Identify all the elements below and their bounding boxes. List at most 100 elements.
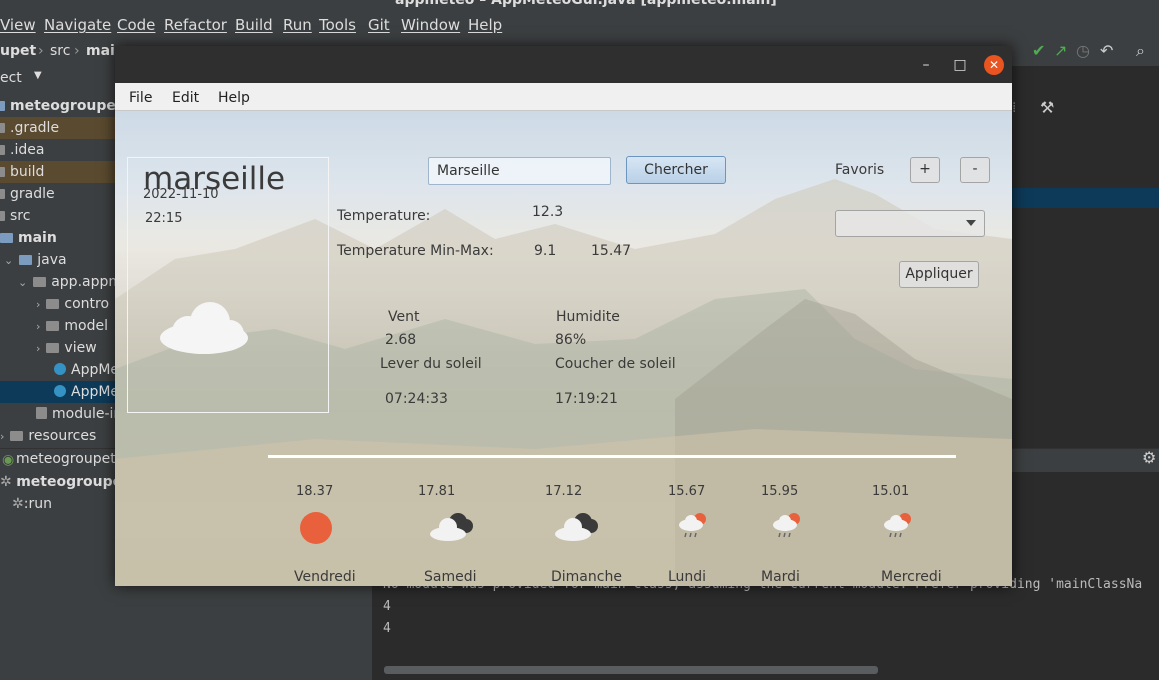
- rain-sun-icon: [884, 513, 911, 538]
- ide-menu-navigate[interactable]: Navigate: [44, 16, 111, 34]
- ide-title: appmeteo – AppMeteoGui.java [appmeteo.ma…: [395, 0, 777, 8]
- package-icon: [33, 277, 47, 287]
- console-scrollbar[interactable]: [384, 666, 878, 674]
- folder-icon: [0, 233, 13, 243]
- sunrise-label: Lever du soleil: [380, 356, 482, 372]
- ide-menu-view[interactable]: View: [0, 16, 36, 34]
- vcs-push-icon[interactable]: ↗: [1054, 41, 1067, 60]
- run-tree-item[interactable]: ✲ meteogroupet: [0, 474, 129, 490]
- forecast-temp: 15.01: [872, 484, 910, 499]
- temp-max-value: 15.47: [591, 243, 632, 259]
- package-icon: [46, 321, 60, 331]
- app-content: marseille 2022-11-10 22:15 Chercher Favo…: [115, 99, 1012, 586]
- minimize-icon[interactable]: –: [916, 55, 936, 75]
- wind-value: 2.68: [385, 332, 417, 348]
- rain-sun-icon: [679, 513, 706, 538]
- add-favorite-button[interactable]: +: [910, 157, 940, 183]
- rollback-icon[interactable]: ↶: [1100, 41, 1113, 60]
- ide-menu-code[interactable]: Code: [117, 16, 155, 34]
- maximize-icon[interactable]: □: [950, 55, 970, 75]
- folder-icon: [0, 211, 5, 221]
- temp-min-value: 9.1: [534, 243, 557, 259]
- forecast-temp: 17.12: [545, 484, 583, 499]
- humidity-value: 86%: [555, 332, 587, 348]
- ide-menu-run[interactable]: Run: [283, 16, 312, 34]
- sun-icon: [300, 512, 332, 544]
- ide-menu-help[interactable]: Help: [468, 16, 502, 34]
- breadcrumb-src[interactable]: src: [50, 43, 70, 59]
- forecast-day: Mardi: [761, 569, 800, 585]
- ide-menu-tools[interactable]: Tools: [319, 16, 356, 34]
- ide-menu-build[interactable]: Build: [235, 16, 273, 34]
- ide-menu-git[interactable]: Git: [368, 16, 390, 34]
- ide-menu-window[interactable]: Window: [401, 16, 460, 34]
- ide-menu-refactor[interactable]: Refactor: [164, 16, 227, 34]
- apply-button[interactable]: Appliquer: [899, 261, 979, 288]
- search-icon[interactable]: ⌕: [1136, 41, 1145, 61]
- app-menubar: File Edit Help: [115, 83, 1012, 111]
- run-config-icon: ◉: [2, 452, 15, 468]
- forecast-temp: 15.95: [761, 484, 799, 499]
- forecast-temp: 15.67: [668, 484, 706, 499]
- ide-title-bar: appmeteo – AppMeteoGui.java [appmeteo.ma…: [0, 0, 1159, 12]
- folder-icon: [10, 431, 24, 441]
- forecast-day: Dimanche: [551, 569, 622, 585]
- project-view-selector[interactable]: ect: [0, 70, 22, 86]
- chevron-right-icon[interactable]: ›: [36, 298, 40, 311]
- sunset-label: Coucher de soleil: [555, 356, 676, 372]
- console-line: 4: [383, 599, 391, 614]
- chevron-down-icon[interactable]: ▼: [34, 70, 42, 81]
- forecast-day: Samedi: [424, 569, 477, 585]
- wrench-icon[interactable]: ⚒: [1040, 98, 1054, 117]
- chevron-right-icon[interactable]: ›: [0, 430, 4, 443]
- city-search-input[interactable]: [428, 157, 611, 185]
- breadcrumb-main[interactable]: mai: [86, 43, 115, 59]
- history-icon[interactable]: ◷: [1076, 41, 1090, 60]
- sunrise-value: 07:24:33: [385, 391, 448, 407]
- cloudy-icon: [430, 513, 473, 541]
- file-icon: [36, 407, 47, 419]
- folder-icon: [0, 123, 5, 133]
- breadcrumb-separator-icon: ›: [74, 43, 80, 59]
- run-tree-item[interactable]: ✲:run: [12, 496, 52, 512]
- menu-edit[interactable]: Edit: [172, 90, 199, 106]
- vcs-commit-icon[interactable]: ✔: [1032, 41, 1045, 60]
- breadcrumb-separator-icon: ›: [38, 43, 44, 59]
- temperature-value: 12.3: [532, 204, 564, 220]
- editor-selected-line: [1012, 188, 1159, 208]
- editor-area[interactable]: ⁞ ⚒: [1012, 66, 1159, 448]
- spinner-icon: ✲: [12, 496, 24, 512]
- close-icon[interactable]: ✕: [984, 55, 1004, 75]
- chevron-right-icon[interactable]: ›: [36, 342, 40, 355]
- chevron-down-icon[interactable]: ⌄: [4, 254, 13, 267]
- app-title-bar[interactable]: – □ ✕: [115, 46, 1012, 83]
- favorites-label: Favoris: [835, 162, 885, 178]
- chevron-right-icon[interactable]: ›: [36, 320, 40, 333]
- search-button[interactable]: Chercher: [626, 156, 726, 184]
- forecast-temp: 17.81: [418, 484, 456, 499]
- folder-icon: [0, 145, 5, 155]
- menu-help[interactable]: Help: [218, 90, 250, 106]
- humidity-label: Humidite: [556, 309, 620, 325]
- sunset-value: 17:19:21: [555, 391, 618, 407]
- current-time: 22:15: [145, 211, 183, 226]
- remove-favorite-button[interactable]: -: [960, 157, 990, 183]
- current-weather-card: marseille 2022-11-10 22:15: [127, 157, 329, 413]
- menu-file[interactable]: File: [129, 90, 152, 106]
- run-tab[interactable]: meteogroupet: [16, 451, 116, 467]
- forecast-day: Vendredi: [294, 569, 356, 585]
- forecast-day: Mercredi: [881, 569, 942, 585]
- temperature-label: Temperature:: [337, 208, 431, 224]
- java-class-icon: [54, 385, 66, 397]
- folder-icon: [0, 101, 5, 111]
- favorites-select[interactable]: [835, 210, 985, 237]
- editor-gutter-icon: ⁞: [1012, 100, 1017, 116]
- wind-label: Vent: [388, 309, 420, 325]
- folder-icon: [19, 255, 33, 265]
- java-class-icon: [54, 363, 66, 375]
- separator-line: [268, 455, 956, 458]
- chevron-down-icon[interactable]: ⌄: [18, 276, 27, 289]
- spinner-icon: ✲: [0, 474, 17, 490]
- breadcrumb-project[interactable]: upet: [0, 43, 36, 59]
- gear-icon[interactable]: ⚙: [1142, 448, 1156, 467]
